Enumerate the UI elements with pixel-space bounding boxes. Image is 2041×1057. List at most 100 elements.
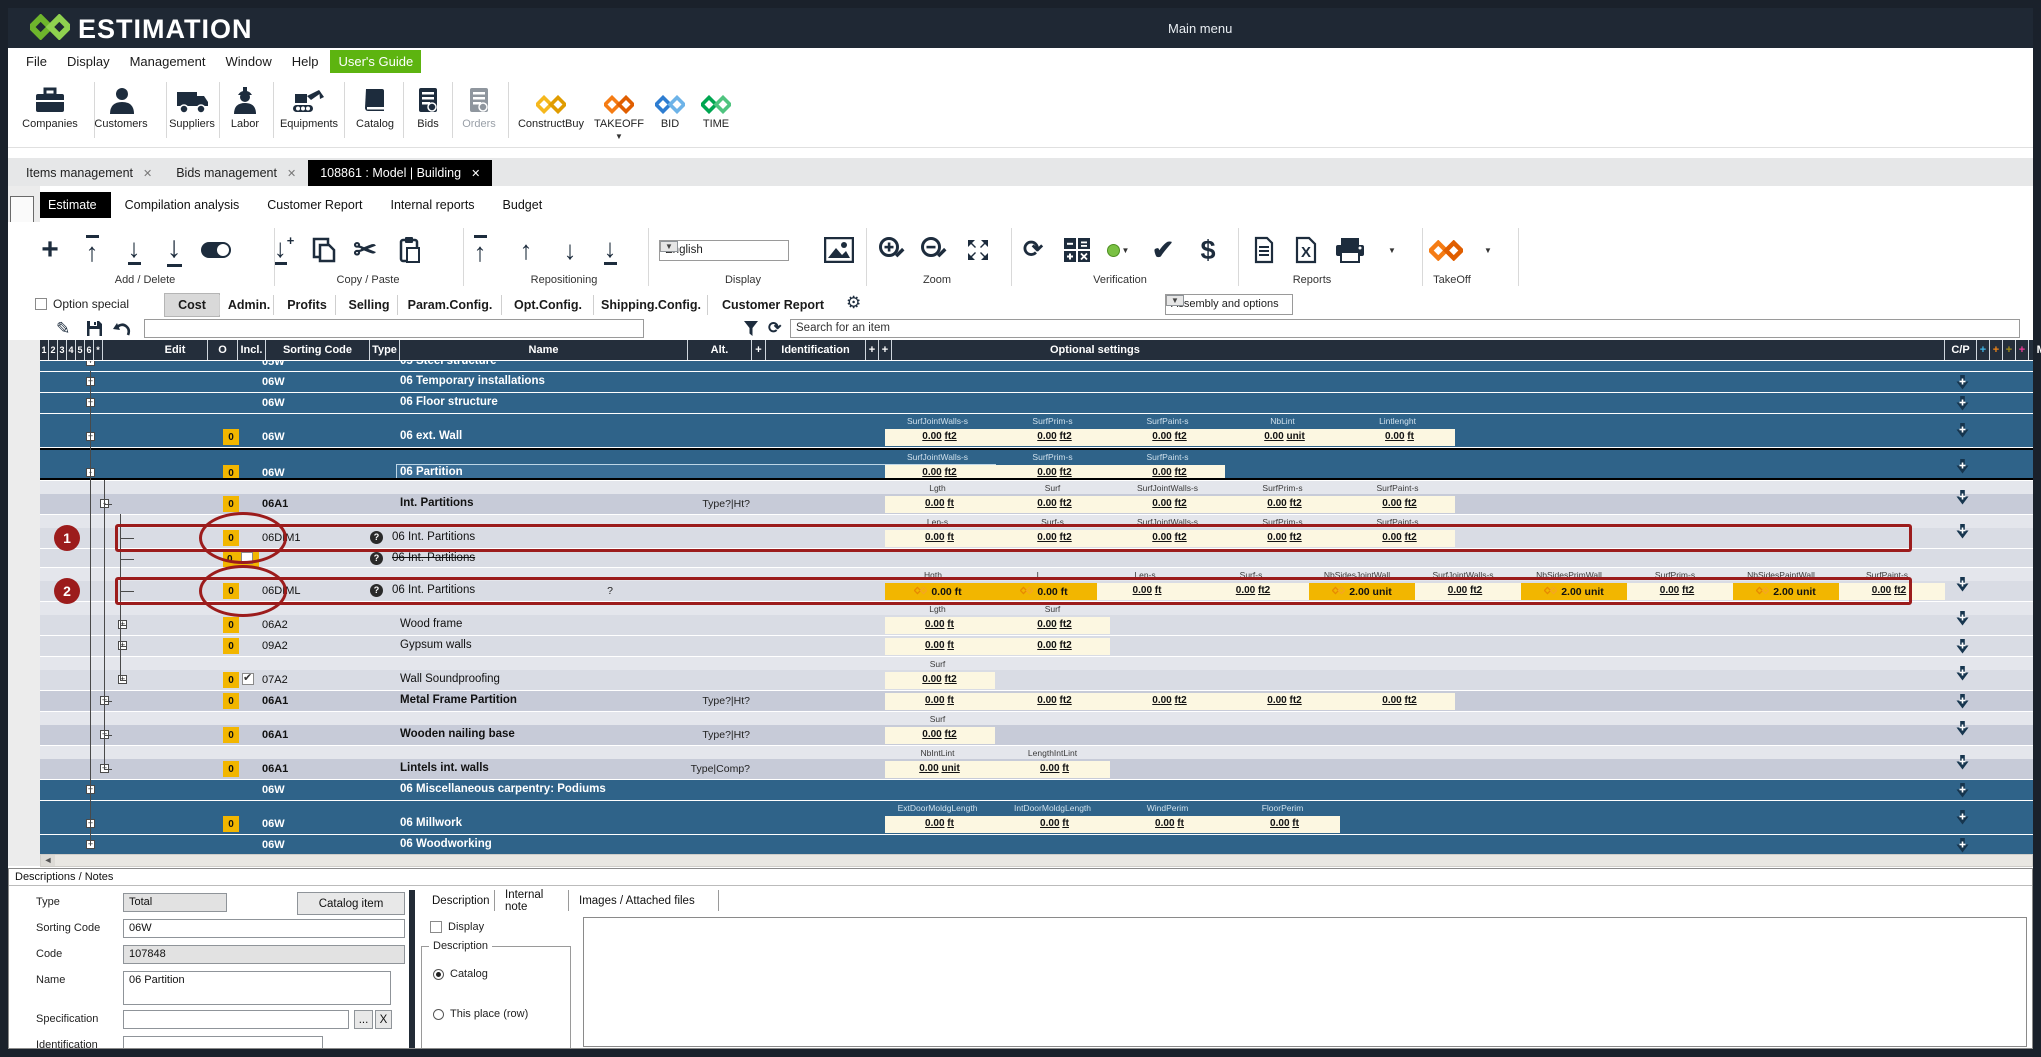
o-flag-cell[interactable]: 0 (223, 617, 239, 633)
copy-down-arrow-icon[interactable] (1956, 490, 1969, 505)
o-flag-cell[interactable]: 0 (223, 727, 239, 743)
optional-cell[interactable]: 0.00 unit (919, 763, 960, 774)
cut-icon[interactable]: ✂ (347, 230, 383, 270)
filter-tab-param-config-[interactable]: Param.Config. (402, 293, 498, 317)
header-level-4[interactable]: 4 (67, 340, 76, 360)
sorting-code-cell[interactable]: 06A1 (262, 695, 288, 707)
o-flag-cell[interactable]: 0 (223, 761, 239, 777)
close-icon[interactable]: ✕ (471, 167, 480, 180)
search-input[interactable]: Search for an item (790, 319, 2020, 338)
toolbar-button-constructbuy[interactable]: ConstructBuy (516, 78, 586, 142)
menu-item-users-guide[interactable]: User's Guide (330, 50, 421, 73)
menu-item-display[interactable]: Display (59, 50, 118, 73)
optional-cell[interactable]: 0.00 ft2 (1037, 431, 1071, 442)
language-select[interactable]: English▼ (659, 240, 789, 261)
field-input-code[interactable]: 107848 (123, 945, 405, 964)
table-row-main[interactable]: -006A1Int. PartitionsType?|Ht?0.00 ft0.0… (40, 494, 2033, 514)
copy-down-arrow-icon[interactable] (1956, 810, 1969, 825)
table-row-main[interactable]: +06W06 Woodworking (40, 835, 2033, 855)
zoom-in-icon[interactable] (874, 230, 910, 270)
name-cell[interactable]: Lintels int. walls (400, 762, 489, 774)
filter-tab-customer-report[interactable]: Customer Report (712, 293, 834, 317)
header-plus-colored[interactable]: + (1977, 340, 1990, 360)
menu-item-help[interactable]: Help (284, 50, 327, 73)
table-row[interactable]: LgthSurf+006A2Wood frame0.00 ft0.00 ft2 (40, 602, 2033, 635)
alt-cell[interactable]: Type|Comp? (660, 763, 750, 775)
optional-cell[interactable]: 0.00 ft2 (1382, 695, 1416, 706)
header-level-3[interactable]: 3 (58, 340, 67, 360)
sorting-code-cell[interactable]: 06W (262, 467, 285, 479)
copy-down-arrow-icon[interactable] (1956, 639, 1969, 654)
o-flag-cell[interactable]: 0 (223, 672, 239, 688)
copy-down-arrow-icon[interactable] (1956, 423, 1969, 438)
table-row[interactable]: +06W06 Miscellaneous carpentry: Podiums (40, 780, 2033, 800)
copy-down-arrow-icon[interactable] (1956, 577, 1969, 592)
table-row-main[interactable]: +06W06 Floor structure (40, 393, 2033, 413)
radio-this-place-row-[interactable] (433, 1009, 444, 1020)
optional-cell[interactable]: 0.00 ft (1385, 431, 1414, 442)
name-cell[interactable]: Wood frame (400, 618, 462, 630)
filter-tab-profits[interactable]: Profits (278, 293, 336, 317)
incl-checkbox-checked[interactable] (242, 673, 254, 685)
recalculate-icon[interactable] (1059, 230, 1095, 270)
table-row[interactable]: Surf+007A2Wall Soundproofing0.00 ft2 (40, 657, 2033, 690)
paste-icon[interactable] (392, 230, 428, 270)
optional-cell[interactable]: 0.00 ft2 (922, 431, 956, 442)
menu-item-management[interactable]: Management (122, 50, 214, 73)
edit-pencil-icon[interactable]: ✎ (56, 319, 70, 339)
expand-plus-icon[interactable]: + (86, 361, 95, 366)
view-tab-customer-report[interactable]: Customer Report (253, 192, 376, 218)
table-row[interactable]: SurfJointWalls-sSurfPrim-sSurfPaint-s-00… (40, 448, 2033, 480)
copy-down-arrow-icon[interactable] (1956, 721, 1969, 736)
optional-cell[interactable]: 0.00 ft2 (1382, 498, 1416, 509)
copy-down-arrow-icon[interactable] (1956, 396, 1969, 411)
sorting-code-cell[interactable]: 06A1 (262, 729, 288, 741)
header-level-1[interactable]: 1 (40, 340, 49, 360)
sorting-code-cell[interactable]: 06W (262, 839, 285, 851)
table-row-main[interactable]: +006W06 ext. Wall0.00 ft20.00 ft20.00 ft… (40, 427, 2033, 447)
table-row[interactable]: +06W06 Floor structure (40, 393, 2033, 413)
panel-tab-images-attached-files[interactable]: Images / Attached files (569, 890, 719, 911)
copy-down-arrow-icon[interactable] (1956, 459, 1969, 474)
toolbar-button-labor[interactable]: Labor (210, 78, 280, 142)
view-tab-internal-reports[interactable]: Internal reports (376, 192, 488, 218)
search-refresh-icon[interactable]: ⟳ (768, 318, 781, 338)
browse-button[interactable]: ... (354, 1010, 373, 1029)
alt-cell[interactable]: Type?|Ht? (660, 498, 750, 510)
table-row-main[interactable]: -006W06 Partition0.00 ft20.00 ft20.00 ft… (40, 463, 2033, 480)
table-row[interactable]: ExtDoorMoldgLengthIntDoorMoldgLengthWind… (40, 801, 2033, 834)
optional-cell[interactable]: 0.00 ft2 (1152, 431, 1186, 442)
status-dot-dropdown[interactable]: ▼ (1100, 230, 1136, 270)
field-input-specification[interactable] (123, 1010, 349, 1029)
copy-down-arrow-icon[interactable] (1956, 694, 1969, 709)
optional-cell[interactable]: 0.00 ft (925, 619, 954, 630)
reports-dropdown-icon[interactable]: ▼ (1374, 230, 1410, 270)
view-tab-estimate[interactable]: Estimate (34, 192, 111, 218)
name-cell[interactable]: 06 Woodworking (400, 838, 492, 850)
sorting-code-cell[interactable]: 06W (262, 397, 285, 409)
header-level-*[interactable]: * (94, 340, 103, 360)
header-plus-colored[interactable]: + (2003, 340, 2016, 360)
optional-cell[interactable]: 0.00 ft (1040, 818, 1069, 829)
toolbar-button-customers[interactable]: Customers (86, 78, 156, 142)
optional-cell[interactable]: 0.00 ft (1040, 763, 1069, 774)
panel-tab-internal-note[interactable]: Internal note (495, 890, 569, 911)
table-row[interactable]: +009A2Gypsum walls0.00 ft0.00 ft2 (40, 636, 2033, 656)
table-row-main[interactable]: +009A2Gypsum walls0.00 ft0.00 ft2 (40, 636, 2033, 656)
display-checkbox[interactable] (430, 921, 442, 933)
field-input-name[interactable]: 06 Partition (123, 971, 391, 1005)
table-row[interactable]: LgthSurfSurfJointWalls-sSurfPrim-sSurfPa… (40, 481, 2033, 514)
copy-down-arrow-icon[interactable] (1956, 755, 1969, 770)
assembly-options-dropdown[interactable]: Assembly and options▼ (1165, 294, 1293, 315)
table-row-main[interactable]: +05W05 Steel structure (40, 361, 2033, 371)
filter-tab-cost[interactable]: Cost (164, 293, 220, 317)
sorting-code-cell[interactable]: 06A2 (262, 619, 288, 631)
optional-cell[interactable]: 0.00 ft2 (1037, 619, 1071, 630)
document-tab-active[interactable]: 108861 : Model | Building✕ (308, 160, 492, 186)
item-type-icon[interactable]: ? (370, 552, 383, 565)
copy-icon[interactable] (306, 230, 342, 270)
export-excel-icon[interactable]: X (1288, 230, 1324, 270)
table-row[interactable]: Surf+006A1Wooden nailing baseType?|Ht?0.… (40, 712, 2033, 745)
view-tab-compilation-analysis[interactable]: Compilation analysis (111, 192, 254, 218)
o-flag-cell[interactable]: 0 (223, 496, 239, 512)
